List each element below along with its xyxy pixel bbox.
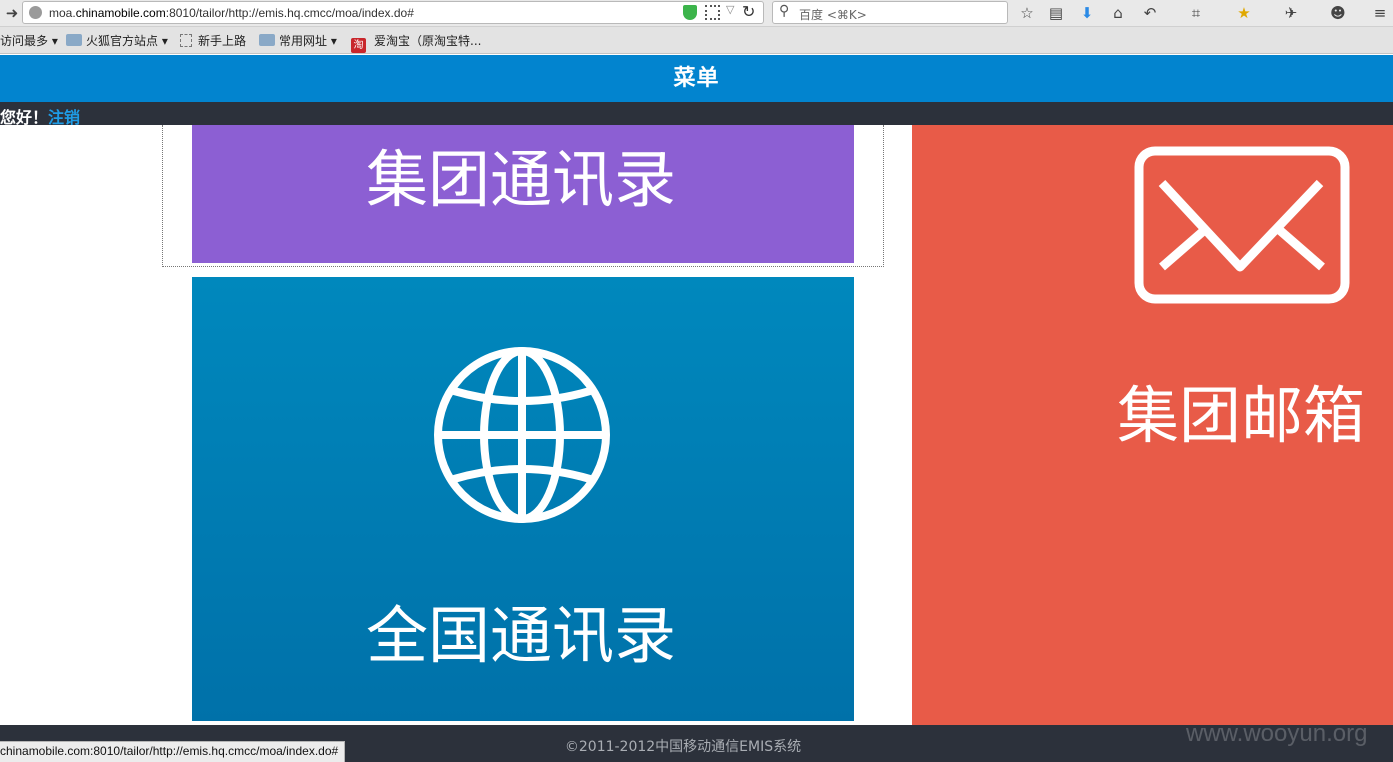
blank-page-icon	[180, 34, 192, 47]
chat-icon[interactable]: ☻	[1328, 3, 1348, 23]
url-rest: :8010/tailor/http://emis.hq.cmcc/moa/ind…	[165, 6, 414, 20]
app-header: 菜单	[0, 55, 1393, 102]
watermark: www.wooyun.org	[1186, 720, 1368, 747]
clipboard-icon[interactable]: ▤	[1046, 3, 1066, 23]
url-host: chinamobile.com	[75, 6, 166, 20]
home-icon[interactable]: ⌂	[1108, 3, 1128, 23]
globe-icon	[434, 347, 610, 523]
shield-icon[interactable]	[683, 5, 697, 20]
reload-icon[interactable]: ↻	[742, 2, 755, 21]
bookmark-label: 火狐官方站点	[86, 34, 159, 48]
folder-icon	[259, 34, 275, 46]
dropdown-arrow-icon[interactable]: ▽	[726, 3, 734, 16]
browser-toolbar: ➜ moa.chinamobile.com:8010/tailor/http:/…	[0, 0, 1393, 27]
bookmark-label: 常用网址	[279, 34, 328, 48]
url-text: moa.chinamobile.com:8010/tailor/http://e…	[49, 6, 414, 20]
folder-icon	[66, 34, 82, 46]
favorite-star-icon[interactable]: ★	[1234, 3, 1254, 23]
bookmarks-bar: 访问最多 ▾ 火狐官方站点 ▾ 新手上路 常用网址 ▾ 淘爱淘宝（原淘宝特...	[0, 27, 1393, 54]
url-bar[interactable]: moa.chinamobile.com:8010/tailor/http://e…	[22, 1, 764, 24]
menu-icon[interactable]: ≡	[1370, 3, 1390, 23]
bookmark-taobao[interactable]: 淘爱淘宝（原淘宝特...	[351, 32, 482, 53]
greeting-text: 您好！	[0, 108, 49, 127]
logout-link[interactable]: 注销	[48, 108, 80, 127]
bookmark-firefox-site[interactable]: 火狐官方站点 ▾	[66, 32, 168, 50]
bookmark-common-sites[interactable]: 常用网址 ▾	[259, 32, 337, 50]
group-mail-label: 集团邮箱	[1117, 379, 1366, 452]
crop-icon[interactable]: ⌗	[1186, 3, 1206, 23]
bookmark-label: 新手上路	[198, 34, 247, 48]
group-directory-tile[interactable]: 集团通讯录	[192, 125, 854, 263]
qr-code-icon[interactable]	[705, 5, 720, 20]
extension-icon[interactable]: ✈	[1281, 3, 1301, 23]
user-bar: 您好！注销	[0, 102, 1393, 128]
bookmark-getting-started[interactable]: 新手上路	[180, 32, 246, 50]
bookmark-label: 访问最多	[0, 34, 49, 48]
status-bar-url: chinamobile.com:8010/tailor/http://emis.…	[0, 741, 346, 762]
download-icon[interactable]: ⬇	[1077, 3, 1097, 23]
search-icon: ⚲	[779, 3, 790, 19]
url-prefix: moa.	[49, 6, 76, 20]
undo-icon[interactable]: ↶	[1140, 3, 1160, 23]
search-placeholder: 百度 <⌘K>	[799, 8, 867, 22]
group-mail-tile[interactable]: 集团邮箱	[912, 125, 1393, 725]
group-directory-label: 集团通讯录	[366, 143, 677, 216]
star-icon[interactable]: ☆	[1017, 3, 1037, 23]
greeting: 您好！注销	[0, 104, 80, 128]
bookmark-label: 爱淘宝（原淘宝特...	[374, 34, 482, 48]
page-title: 菜单	[673, 66, 720, 91]
taobao-icon: 淘	[351, 38, 366, 53]
globe-icon	[29, 6, 42, 19]
search-bar[interactable]: ⚲ 百度 <⌘K>	[772, 1, 1008, 24]
envelope-icon	[1134, 146, 1350, 304]
national-directory-label: 全国通讯录	[366, 599, 677, 672]
forward-arrow-icon[interactable]: ➜	[2, 3, 22, 23]
bookmark-most-visited[interactable]: 访问最多 ▾	[0, 32, 58, 50]
national-directory-tile[interactable]: 全国通讯录	[192, 277, 854, 721]
